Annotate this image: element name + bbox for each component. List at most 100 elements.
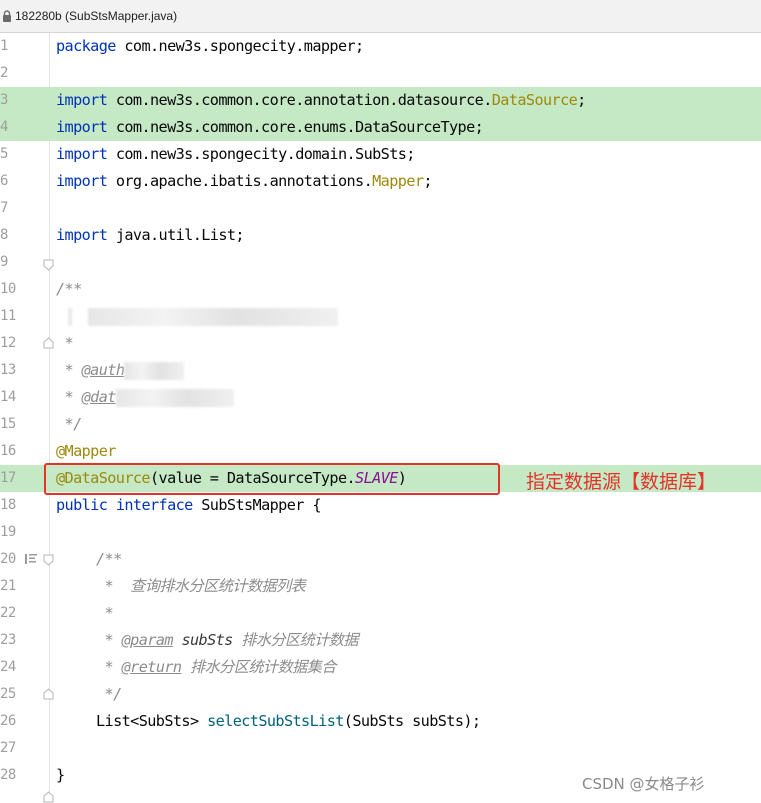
keyword: import: [56, 91, 108, 109]
watermark: CSDN @女格子衫: [582, 775, 705, 793]
import-symbol: DataSource: [491, 91, 578, 109]
doc-comment: * 查询排水分区统计数据列表: [96, 577, 306, 595]
code-line: 24 * @return 排水分区统计数据集合: [0, 654, 761, 681]
fold-marker-icon[interactable]: [43, 554, 54, 566]
line-number: 25: [0, 686, 16, 702]
keyword: import: [56, 145, 108, 163]
line-number: 2: [0, 65, 8, 81]
doc-prefix: *: [96, 658, 122, 676]
blurred-text: [88, 307, 338, 326]
doc-comment: */: [96, 685, 123, 703]
fold-marker-icon[interactable]: [43, 337, 54, 349]
line-number: 23: [0, 632, 16, 648]
code-line: 22 *: [0, 600, 761, 627]
closing-brace: }: [56, 766, 65, 784]
code-editor[interactable]: 1 package com.new3s.spongecity.mapper; 2…: [0, 33, 761, 803]
line-number: 11: [0, 308, 16, 324]
keyword: public: [56, 496, 108, 514]
keyword: interface: [115, 496, 194, 514]
import-suffix: ;: [577, 91, 586, 109]
line-number: 13: [0, 362, 16, 378]
line-number: 9: [0, 254, 8, 270]
code-line: 20 /**: [0, 546, 761, 573]
line-number: 21: [0, 578, 16, 594]
line-number: 10: [0, 281, 16, 297]
line-number: 6: [0, 173, 8, 189]
annotation-note: 指定数据源【数据库】: [526, 471, 717, 493]
code-line: 7: [0, 195, 761, 222]
code-line: 12 *: [0, 330, 761, 357]
line-number: 27: [0, 740, 16, 756]
blurred-text: [115, 388, 234, 407]
line-number: 12: [0, 335, 16, 351]
file-title[interactable]: 182280b (SubStsMapper.java): [15, 9, 177, 23]
editor-tab-bar: 182280b (SubStsMapper.java): [0, 0, 761, 33]
line-number: 22: [0, 605, 16, 621]
line-number: 19: [0, 524, 16, 540]
bookmark-icon[interactable]: [24, 552, 38, 566]
doc-tag: @return: [121, 658, 182, 676]
line-number: 24: [0, 659, 16, 675]
code-line: 16 @Mapper: [0, 438, 761, 465]
code-line-highlighted: 4 import com.new3s.common.core.enums.Dat…: [0, 114, 761, 141]
code-line: 21 * 查询排水分区统计数据列表: [0, 573, 761, 600]
fold-marker-icon[interactable]: [43, 259, 54, 271]
doc-comment: /**: [96, 550, 122, 568]
line-number: 28: [0, 767, 16, 783]
line-number: 1: [0, 38, 8, 54]
code-line: 6 import org.apache.ibatis.annotations.M…: [0, 168, 761, 195]
method-name[interactable]: selectSubStsList: [207, 712, 344, 730]
code-line: 2: [0, 60, 761, 87]
doc-comment: */: [56, 415, 83, 433]
line-number: 7: [0, 200, 8, 216]
line-number: 5: [0, 146, 8, 162]
line-number: 15: [0, 416, 16, 432]
keyword: package: [56, 37, 116, 55]
line-number: 16: [0, 443, 16, 459]
code-line: 14 * @dat: [0, 384, 761, 411]
doc-tag: @auth: [81, 361, 125, 379]
code-line: 19: [0, 519, 761, 546]
code-line-highlighted: 3 import com.new3s.common.core.annotatio…: [0, 87, 761, 114]
import-path: com.new3s.spongecity.domain.SubSts;: [115, 145, 416, 163]
code-line: 5 import com.new3s.spongecity.domain.Sub…: [0, 141, 761, 168]
code-line: 27: [0, 735, 761, 762]
line-number: 4: [0, 119, 8, 135]
method-params: (SubSts subSts);: [343, 712, 481, 730]
code-line: 18 public interface SubStsMapper {: [0, 492, 761, 519]
doc-tag: @dat: [81, 388, 117, 406]
doc-tag: @param: [121, 631, 174, 649]
line-number: 20: [0, 551, 16, 567]
code-line: 26 List<SubSts> selectSubStsList(SubSts …: [0, 708, 761, 735]
code-line: 9: [0, 249, 761, 276]
line-number: 26: [0, 713, 16, 729]
annotation-highlight-box: [44, 463, 500, 495]
import-symbol: Mapper: [372, 172, 424, 190]
import-path: org.apache.ibatis.annotations.: [115, 172, 373, 190]
doc-comment: *: [96, 604, 114, 622]
code-line: 1 package com.new3s.spongecity.mapper;: [0, 33, 761, 60]
code-line: 13 * @auth: [0, 357, 761, 384]
keyword: import: [56, 118, 108, 136]
doc-param-desc: 排水分区统计数据: [232, 631, 358, 649]
line-number: 18: [0, 497, 16, 513]
return-type: List<SubSts>: [96, 712, 208, 730]
doc-comment: /**: [56, 280, 82, 298]
code-line: 23 * @param subSts 排水分区统计数据: [0, 627, 761, 654]
line-number: 3: [0, 92, 8, 108]
doc-prefix: *: [96, 631, 122, 649]
code-line: 10 /**: [0, 276, 761, 303]
import-path: java.util.List;: [115, 226, 245, 244]
code-line: 11: [0, 303, 761, 330]
fold-marker-icon[interactable]: [43, 791, 54, 803]
fold-marker-icon[interactable]: [43, 688, 54, 700]
blurred-text: [68, 307, 72, 326]
line-number: 14: [0, 389, 16, 405]
interface-name: SubStsMapper {: [201, 496, 321, 514]
lock-icon: [3, 10, 11, 22]
keyword: import: [56, 226, 108, 244]
import-suffix: ;: [423, 172, 432, 190]
line-number: 17: [0, 470, 16, 486]
code-line: 8 import java.util.List;: [0, 222, 761, 249]
code-line: 25 */: [0, 681, 761, 708]
